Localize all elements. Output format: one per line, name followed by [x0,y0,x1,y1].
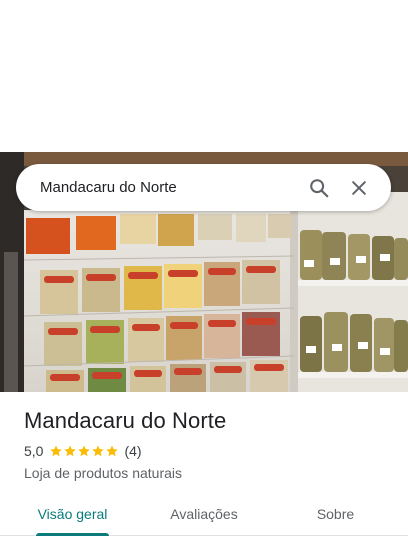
place-name: Mandacaru do Norte [24,408,227,433]
blank-header-area [0,0,408,152]
place-tabs: Visão geral Avaliações Sobre [0,492,408,536]
search-icon [310,178,329,197]
tab-label: Visão geral [37,505,108,522]
tab-label: Avaliações [170,505,238,522]
review-count: (4) [124,443,142,459]
tab-reviews[interactable]: Avaliações [145,492,263,535]
star-icon [64,445,77,457]
star-rating [49,444,119,458]
search-button[interactable] [299,168,339,208]
rating-value: 5,0 [24,443,44,459]
star-icon [50,445,63,457]
tab-overview[interactable]: Visão geral [0,492,145,536]
star-icon [106,445,119,457]
rating-row[interactable]: 5,0 (4) [24,443,142,459]
search-bar[interactable] [16,164,391,211]
search-input[interactable] [40,175,299,200]
tab-about[interactable]: Sobre [263,492,408,535]
star-icon [78,445,91,457]
close-icon [352,180,366,195]
star-icon [92,445,105,457]
clear-search-button[interactable] [339,168,379,208]
tab-label: Sobre [316,505,355,522]
place-category: Loja de produtos naturais [24,465,182,481]
